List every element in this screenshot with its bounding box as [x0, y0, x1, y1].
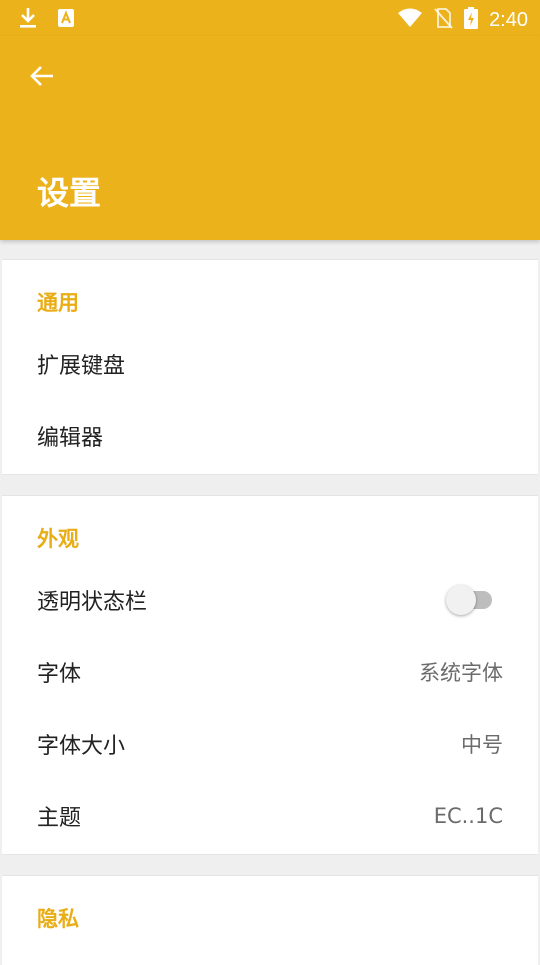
arrow-left-icon — [29, 63, 55, 93]
transparent-status-bar-switch[interactable] — [446, 583, 494, 617]
section-header-privacy: 隐私 — [37, 907, 79, 931]
section-header-appearance: 外观 — [37, 527, 79, 551]
pref-title: 编辑器 — [37, 426, 104, 451]
pref-title: 扩展键盘 — [37, 354, 126, 379]
pref-font-size[interactable]: 字体大小 中号 — [2, 708, 538, 780]
pref-transparent-status-bar[interactable]: 透明状态栏 — [2, 564, 538, 636]
privacy-card: 隐私 — [2, 875, 538, 965]
wifi-icon — [397, 7, 423, 33]
status-bar: 2:40 — [0, 0, 540, 36]
page-title: 设置 — [37, 174, 102, 212]
pref-extended-keyboard[interactable]: 扩展键盘 — [2, 328, 538, 400]
download-icon — [18, 6, 38, 34]
switch-thumb — [446, 585, 476, 615]
section-header-general: 通用 — [37, 291, 79, 315]
back-button[interactable] — [22, 58, 62, 98]
general-card: 通用 扩展键盘 编辑器 — [2, 259, 538, 475]
pref-title: 字体大小 — [37, 734, 126, 759]
battery-charging-icon — [463, 6, 479, 34]
clock: 2:40 — [489, 8, 528, 31]
pref-title: 字体 — [37, 662, 82, 687]
pref-theme[interactable]: 主题 EC..1C — [2, 780, 538, 852]
pref-editor[interactable]: 编辑器 — [2, 400, 538, 472]
app-bar: 设置 — [0, 36, 540, 240]
app-notification-icon — [56, 6, 76, 34]
pref-value: 系统字体 — [419, 661, 503, 685]
pref-value: 中号 — [461, 733, 503, 757]
no-sim-icon — [433, 6, 453, 34]
pref-font[interactable]: 字体 系统字体 — [2, 636, 538, 708]
pref-title: 主题 — [37, 806, 82, 831]
pref-value: EC..1C — [433, 804, 503, 828]
pref-title: 透明状态栏 — [37, 590, 148, 615]
appearance-card: 外观 透明状态栏 字体 系统字体 字体大小 中号 主题 EC..1C — [2, 495, 538, 855]
